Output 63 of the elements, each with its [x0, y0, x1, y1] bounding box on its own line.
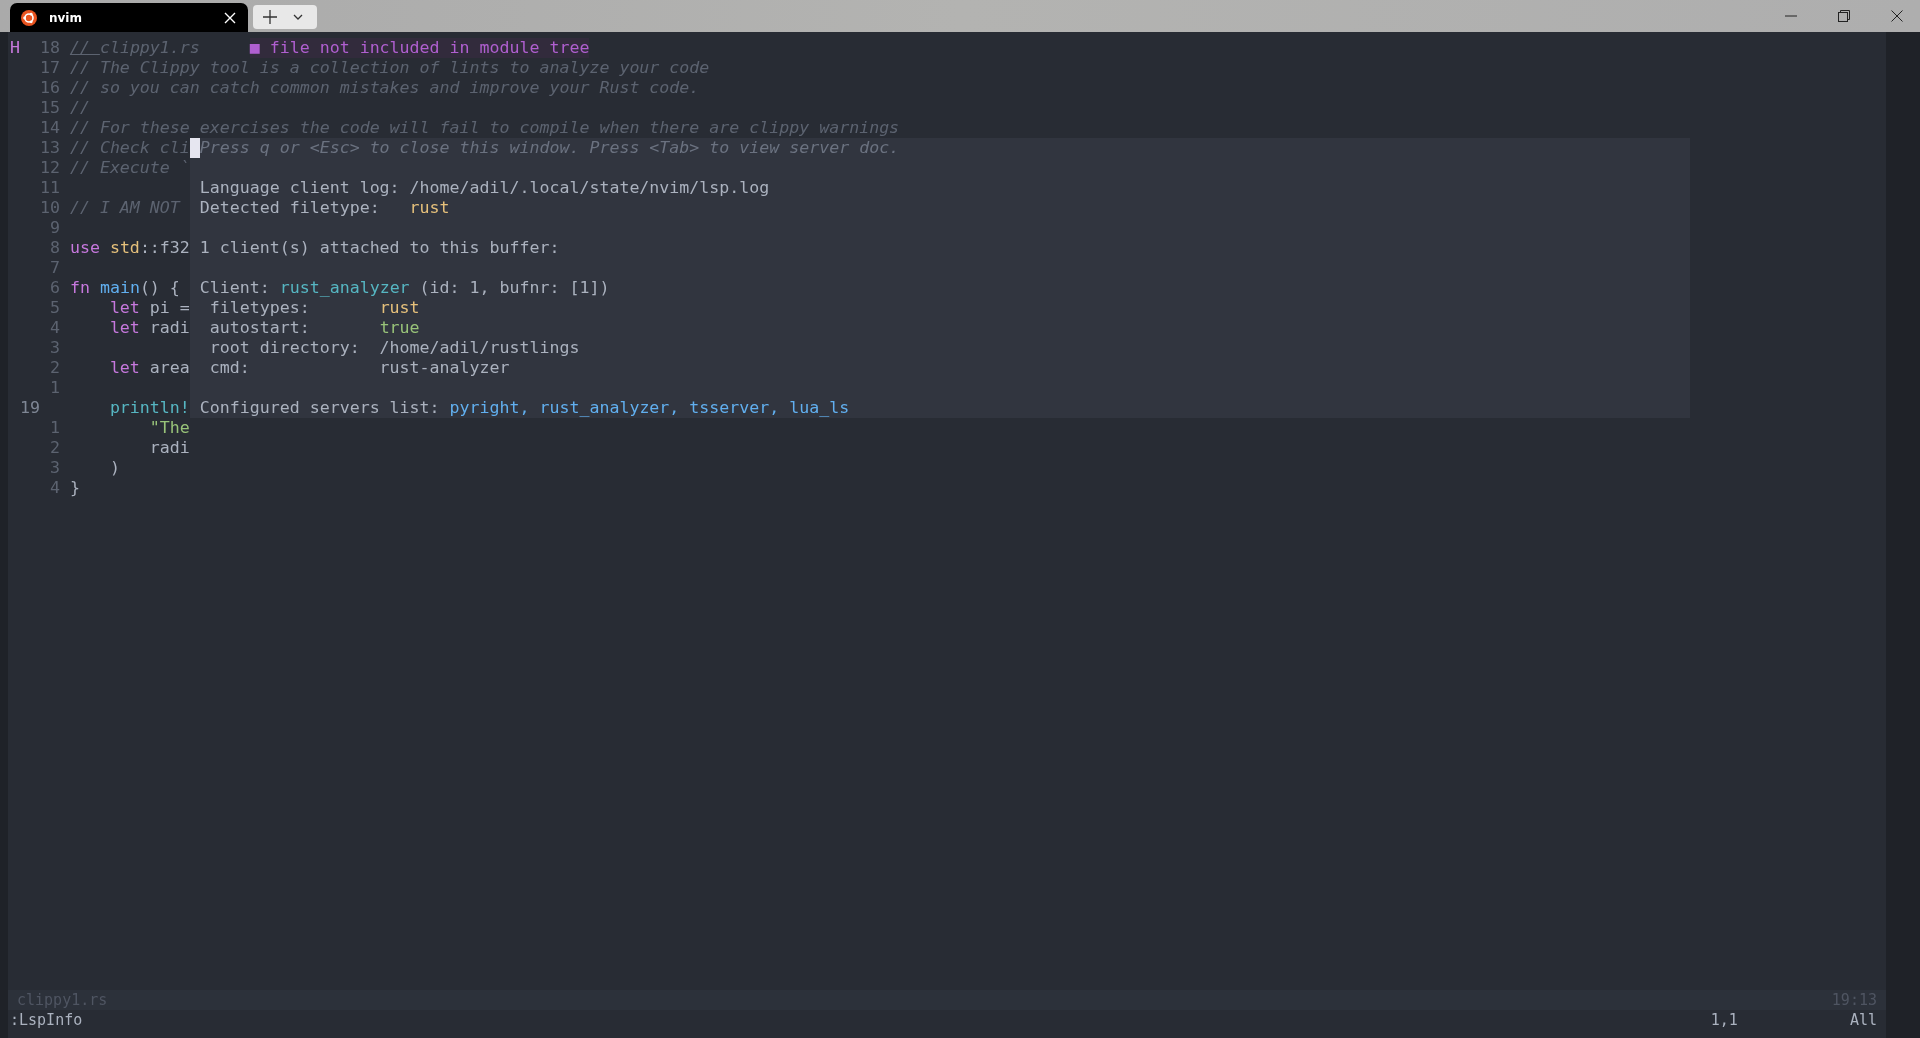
- dropdown-caret-icon[interactable]: [293, 13, 303, 20]
- cursor-position: 1,1: [1710, 1010, 1738, 1030]
- plus-icon[interactable]: [263, 9, 277, 24]
- line-number: 15: [38, 98, 60, 118]
- sign-marker: H: [9, 38, 20, 58]
- line-number: 11: [38, 178, 60, 198]
- terminal-tab[interactable]: nvim: [10, 3, 248, 32]
- line-number: 7: [48, 258, 60, 278]
- code-line: let pi =: [108, 298, 190, 318]
- code-line: // I AM NOT: [69, 198, 180, 218]
- line-number: 1: [48, 378, 60, 398]
- restore-icon[interactable]: [1838, 10, 1850, 22]
- popup-text: filetypes: rust: [208, 298, 420, 318]
- line-number: 6: [48, 278, 60, 298]
- popup-text: Language client log: /home/adil/.local/state/nvim/lsp.log: [199, 178, 770, 198]
- line-number: 2: [48, 438, 60, 458]
- code-line: radi: [148, 438, 190, 458]
- scroll-position: All: [1849, 1010, 1877, 1030]
- line-number: 4: [48, 478, 60, 498]
- line-number: 3: [48, 458, 60, 478]
- code-line: //: [69, 98, 90, 118]
- popup-text: Client: rust_analyzer (id: 1, bufnr: [1]): [199, 278, 610, 298]
- line-number: 13: [38, 138, 60, 158]
- code-line: // Execute `: [69, 158, 190, 178]
- ubuntu-logo-icon: [21, 9, 37, 26]
- code-line: // Check cli: [69, 138, 190, 158]
- popup-text: root directory: /home/adil/rustlings: [208, 338, 580, 358]
- line-number: 3: [48, 338, 60, 358]
- code-line: let radi: [108, 318, 190, 338]
- line-number: 4: [48, 318, 60, 338]
- code-line: // For these exercises the code will fail to compile when there are clippy warnings: [69, 118, 900, 138]
- code-line: }: [69, 478, 80, 498]
- line-number: 14: [38, 118, 60, 138]
- line-number: 1: [48, 418, 60, 438]
- line-number: 5: [48, 298, 60, 318]
- line-number: 17: [38, 58, 60, 78]
- code-line: // The Clippy tool is a collection of lints to analyze your code: [69, 58, 710, 78]
- code-line: // clippy1.rs: [69, 38, 200, 58]
- code-line: "The: [148, 418, 190, 438]
- command-text: :LspInfo: [10, 1010, 83, 1030]
- code-line: ): [108, 458, 120, 478]
- close-icon[interactable]: [1891, 10, 1903, 22]
- line-number: 16: [38, 78, 60, 98]
- code-line: fn main() {: [69, 278, 180, 298]
- line-number: 10: [38, 198, 60, 218]
- line-number: 19: [20, 398, 41, 418]
- popup-text: autostart: true: [208, 318, 420, 338]
- line-number: 18: [38, 38, 60, 58]
- popup-text: 1 client(s) attached to this buffer:: [199, 238, 560, 258]
- line-number: 12: [38, 158, 60, 178]
- code-line: let area: [108, 358, 190, 378]
- popup-text: Configured servers list: pyright, rust_analyzer, tsserver, lua_ls: [199, 398, 850, 418]
- popup-text: cmd: rust-analyzer: [208, 358, 510, 378]
- popup-text: Press q or <Esc> to close this window. Press <Tab> to view server doc.: [199, 138, 900, 158]
- close-tab-icon[interactable]: [224, 11, 236, 24]
- popup-text: Detected filetype: rust: [199, 198, 450, 218]
- code-line: use std::f32: [69, 238, 190, 258]
- line-number: 9: [48, 218, 60, 238]
- line-number: 8: [48, 238, 60, 258]
- code-line: println!: [108, 398, 190, 418]
- code-line: // so you can catch common mistakes and improve your Rust code.: [69, 78, 700, 98]
- diagnostic-message: ■ file not included in module tree: [249, 38, 590, 58]
- line-number: 2: [48, 358, 60, 378]
